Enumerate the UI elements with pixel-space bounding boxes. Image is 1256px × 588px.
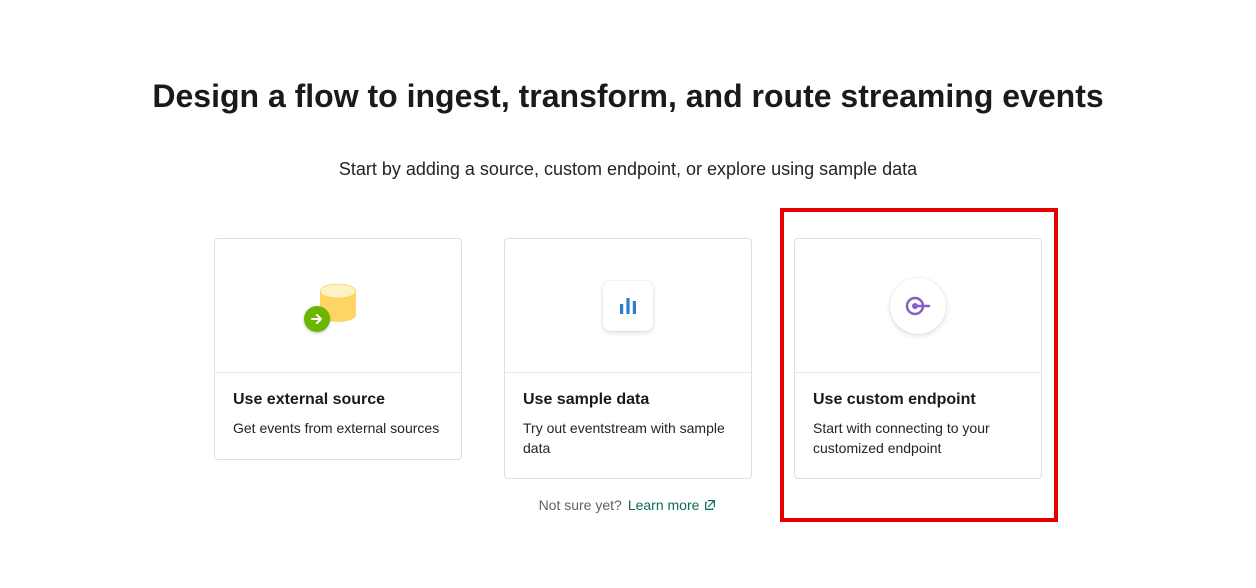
arrow-right-icon	[304, 306, 330, 332]
external-link-icon	[703, 498, 717, 512]
card-desc-custom: Start with connecting to your customized…	[813, 419, 1023, 458]
footer-link-row: Not sure yet? Learn more	[504, 497, 752, 513]
learn-more-label: Learn more	[628, 497, 700, 513]
not-sure-text: Not sure yet?	[539, 497, 622, 513]
card-external-source[interactable]: Use external source Get events from exte…	[214, 238, 462, 460]
card-body-custom: Use custom endpoint Start with connectin…	[795, 373, 1041, 478]
card-custom-endpoint[interactable]: Use custom endpoint Start with connectin…	[794, 238, 1042, 479]
cards-row: Use external source Get events from exte…	[214, 238, 1042, 513]
icon-area-sample	[505, 239, 751, 373]
card-wrapper-custom: Use custom endpoint Start with connectin…	[794, 238, 1042, 479]
card-wrapper-sample: Use sample data Try out eventstream with…	[504, 238, 752, 513]
database-import-icon	[310, 278, 366, 334]
card-title-sample: Use sample data	[523, 391, 733, 409]
icon-area-custom	[795, 239, 1041, 373]
card-body-external: Use external source Get events from exte…	[215, 373, 461, 459]
onboarding-container: Design a flow to ingest, transform, and …	[0, 0, 1256, 513]
card-desc-external: Get events from external sources	[233, 419, 443, 439]
card-body-sample: Use sample data Try out eventstream with…	[505, 373, 751, 478]
card-title-custom: Use custom endpoint	[813, 391, 1023, 409]
endpoint-icon	[890, 278, 946, 334]
icon-area-external	[215, 239, 461, 373]
learn-more-link[interactable]: Learn more	[628, 497, 718, 513]
card-sample-data[interactable]: Use sample data Try out eventstream with…	[504, 238, 752, 479]
page-title: Design a flow to ingest, transform, and …	[152, 78, 1103, 115]
page-subtitle: Start by adding a source, custom endpoin…	[339, 159, 917, 180]
card-wrapper-external: Use external source Get events from exte…	[214, 238, 462, 460]
card-desc-sample: Try out eventstream with sample data	[523, 419, 733, 458]
bar-chart-icon	[603, 281, 653, 331]
card-title-external: Use external source	[233, 391, 443, 409]
